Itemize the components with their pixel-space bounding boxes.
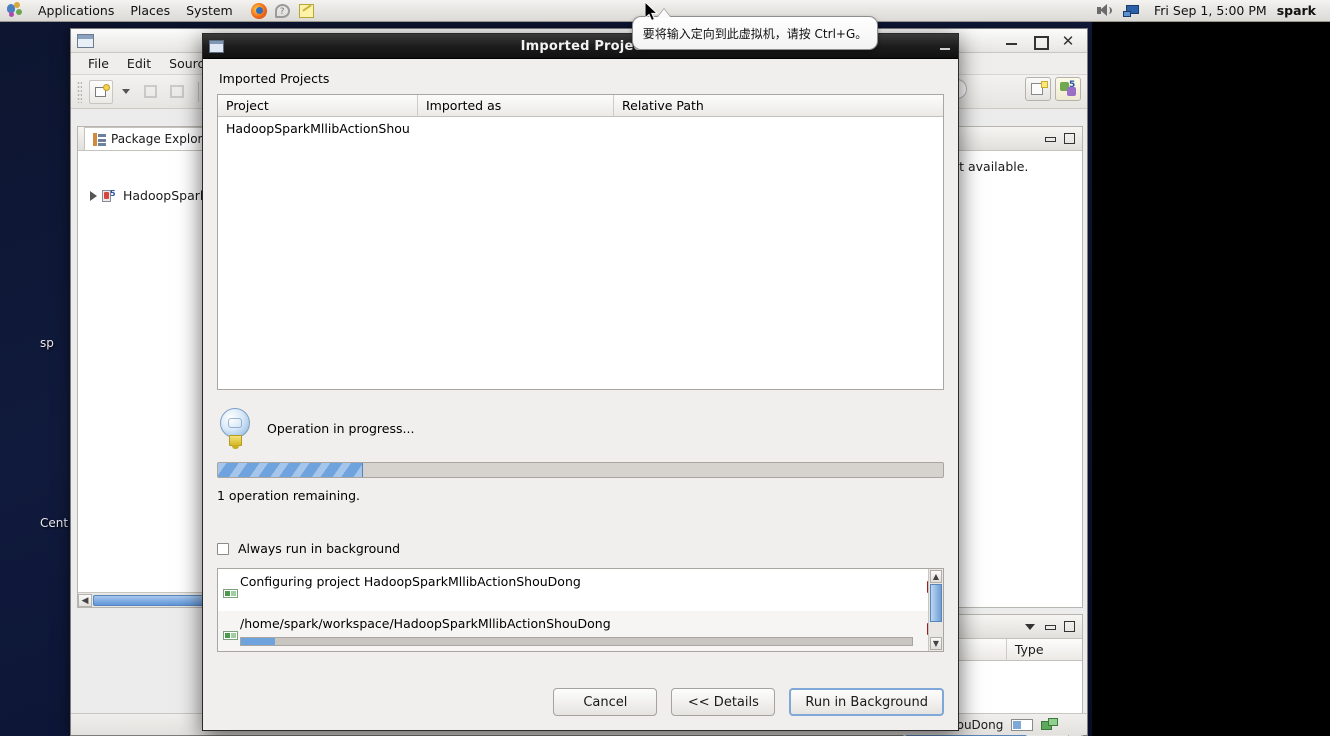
panel-clock[interactable]: Fri Sep 1, 5:00 PM (1148, 3, 1273, 18)
vm-input-tooltip-text: 要将输入定向到此虚拟机，请按 Ctrl+G。 (642, 26, 868, 41)
detail-entry[interactable]: Configuring project HadoopSparkMllibActi… (218, 569, 943, 611)
volume-icon[interactable] (1094, 2, 1114, 20)
panel-menu-applications[interactable]: Applications (30, 0, 122, 22)
always-run-in-background-label: Always run in background (238, 541, 401, 556)
detail-sub-progress-bar (240, 637, 913, 646)
panel-menu-system[interactable]: System (178, 0, 241, 22)
column-project[interactable]: Project (218, 95, 418, 117)
save-icon[interactable] (139, 80, 163, 104)
column-relative-path[interactable]: Relative Path (614, 95, 931, 117)
detail-entry-text: Configuring project HadoopSparkMllibActi… (240, 574, 581, 589)
network-icon[interactable] (1122, 2, 1142, 20)
java-perspective-icon[interactable]: 5 (1055, 77, 1081, 101)
minimize-view-icon[interactable] (1044, 621, 1056, 632)
mouse-cursor (645, 2, 659, 22)
desktop-icon-label-centos[interactable]: Cent (40, 516, 68, 530)
minimize-view-icon[interactable] (1044, 133, 1056, 144)
task-progress-icon (223, 589, 238, 598)
eclipse-minimize-button[interactable] (1005, 34, 1019, 48)
properties-view-tools (1025, 621, 1082, 632)
save-all-icon[interactable] (166, 80, 190, 104)
column-type[interactable]: Type (1007, 639, 1082, 661)
imported-projects-dialog: Imported Projec Imported Projects Projec… (202, 33, 959, 731)
run-in-background-button[interactable]: Run in Background (789, 688, 944, 716)
eclipse-maximize-button[interactable] (1033, 34, 1049, 50)
help-icon[interactable]: ? (273, 2, 293, 20)
table-row[interactable]: HadoopSparkMllibActionShou (218, 117, 943, 140)
toolbar-separator (198, 81, 199, 102)
vscroll-up-arrow[interactable]: ▲ (930, 570, 942, 583)
vm-input-tooltip: 要将输入定向到此虚拟机，请按 Ctrl+G。 (632, 16, 878, 50)
panel-user-menu[interactable]: spark (1277, 3, 1324, 18)
new-wizard-icon[interactable] (89, 79, 113, 104)
firefox-icon[interactable] (249, 2, 269, 20)
details-list: Configuring project HadoopSparkMllibActi… (217, 568, 944, 652)
dialog-heading: Imported Projects (219, 71, 330, 86)
desktop-icon-label-spark[interactable]: sp (40, 336, 54, 350)
maximize-view-icon[interactable] (1064, 133, 1075, 144)
chevron-right-icon[interactable] (90, 190, 97, 201)
menu-file[interactable]: File (79, 54, 118, 73)
projects-column-header: Project Imported as Relative Path (218, 95, 943, 117)
menu-edit[interactable]: Edit (118, 54, 160, 73)
tree-item-project-label: HadoopSpark (123, 188, 208, 203)
details-button[interactable]: << Details (671, 688, 776, 716)
column-imported-as[interactable]: Imported as (418, 95, 614, 117)
task-progress-icon (223, 631, 238, 640)
table-cell-project: HadoopSparkMllibActionShou (226, 121, 410, 136)
dialog-minimize-button[interactable] (938, 40, 952, 53)
statusbar-progress-icon[interactable] (1011, 718, 1034, 731)
lightbulb-icon (217, 406, 253, 450)
always-run-in-background-row[interactable]: Always run in background (217, 541, 944, 556)
always-run-in-background-checkbox[interactable] (217, 542, 229, 555)
toolbar-grip[interactable] (77, 80, 82, 103)
maximize-view-icon[interactable] (1064, 621, 1075, 632)
dialog-body: Imported Projects Project Imported as Re… (203, 59, 958, 730)
tab-package-explorer-label: Package Explore (111, 132, 210, 146)
tab-package-explorer[interactable]: Package Explore (84, 127, 219, 150)
view-menu-icon[interactable] (1025, 623, 1035, 630)
vscroll-thumb[interactable] (930, 584, 942, 622)
vscroll-down-arrow[interactable]: ▼ (930, 637, 942, 650)
cancel-button[interactable]: Cancel (553, 688, 658, 716)
imported-projects-table: Project Imported as Relative Path Hadoop… (217, 94, 944, 390)
hscroll-left-arrow[interactable]: ◀ (78, 593, 92, 607)
operation-status-row: Operation in progress... (217, 404, 944, 452)
details-vscrollbar[interactable]: ▲ ▼ (928, 569, 943, 651)
statusbar-sync-icon[interactable] (1041, 717, 1059, 732)
perspective-switcher: 5 (1025, 77, 1081, 101)
operation-status-text: Operation in progress... (267, 420, 415, 436)
java-project-icon: 5 (102, 189, 118, 203)
eclipse-close-button[interactable]: ✕ (1061, 33, 1075, 48)
main-progress-fill (218, 463, 363, 477)
package-explorer-icon (93, 132, 106, 146)
operations-remaining-text: 1 operation remaining. (217, 488, 361, 503)
detail-entry[interactable]: /home/spark/workspace/HadoopSparkMllibAc… (218, 611, 943, 651)
eclipse-window-controls: ✕ (1005, 33, 1083, 50)
dialog-buttons: Cancel << Details Run in Background (553, 688, 944, 716)
text-editor-icon[interactable] (297, 2, 317, 20)
gnome-foot-icon[interactable] (7, 2, 24, 19)
outline-view-tools (1044, 133, 1082, 144)
dialog-window-icon (209, 39, 224, 53)
new-wizard-dropdown-icon[interactable] (122, 89, 130, 94)
panel-tray: Fri Sep 1, 5:00 PM spark (1092, 2, 1330, 20)
open-perspective-icon[interactable] (1025, 77, 1051, 101)
window-icon (77, 33, 94, 48)
main-progress-bar (217, 462, 944, 478)
detail-entry-text: /home/spark/workspace/HadoopSparkMllibAc… (240, 616, 611, 631)
panel-menu-places[interactable]: Places (122, 0, 178, 22)
